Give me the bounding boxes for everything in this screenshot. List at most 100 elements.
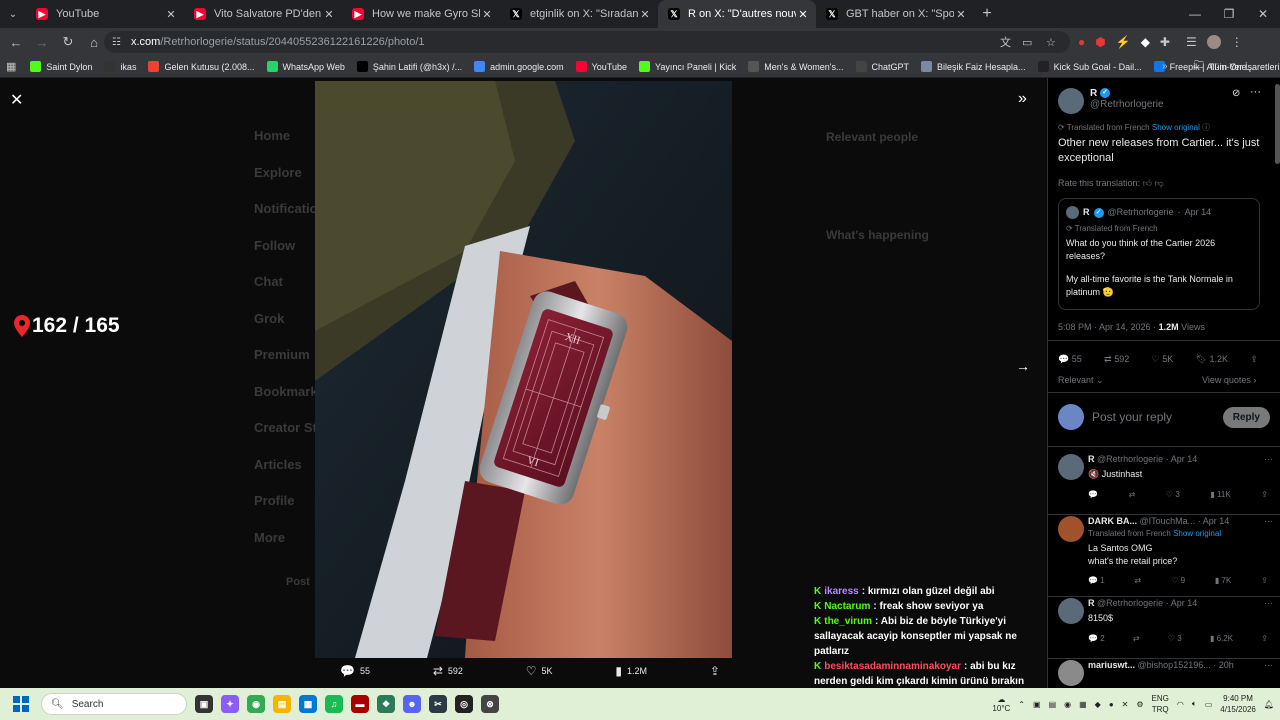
views-bar-action[interactable]: ▮ 6.2K (1210, 634, 1233, 643)
bookmark-action[interactable]: 🔖︎ 1.2K (1196, 354, 1228, 365)
copilot-icon[interactable]: ✦ (221, 695, 239, 713)
heart-action[interactable]: ♡ 3 (1166, 490, 1180, 499)
obs-icon[interactable]: ◎ (455, 695, 473, 713)
tray-app-icon[interactable]: ▣ (1033, 700, 1041, 709)
forward-icon[interactable]: → (30, 30, 54, 54)
windows-start-icon[interactable] (13, 696, 29, 712)
info-icon[interactable]: ⓘ (1202, 123, 1210, 132)
close-window-icon[interactable]: ✕ (1246, 0, 1280, 28)
close-tab-icon[interactable]: ✕ (954, 8, 968, 21)
bookmarks-overflow-icon[interactable]: » (1162, 61, 1168, 72)
share-icon[interactable]: ⇪ (1261, 490, 1268, 499)
site-info-icon[interactable]: ☷ (112, 37, 121, 48)
new-tab-button[interactable]: + (974, 5, 1000, 23)
photo-repost-action[interactable]: ⇄ 592 (433, 664, 463, 678)
heart-action[interactable]: ♡ 9 (1171, 576, 1185, 585)
battery-icon[interactable]: ▭ (1205, 700, 1213, 709)
app-icon[interactable]: ⊗ (481, 695, 499, 713)
author-handle[interactable]: @Retrhorlogerie (1090, 99, 1164, 110)
address-bar[interactable]: ☷ x.com/Retrhorlogerie/status/2044055236… (104, 31, 1070, 53)
browser-menu-icon[interactable]: ⋮ (1231, 35, 1243, 49)
reply-tweet[interactable]: R @Retrhorlogerie · Apr 14 ··· 8150$ 💬 2 ⇄ ♡… (1058, 598, 1273, 654)
avatar[interactable] (1058, 516, 1084, 542)
photo-reply-action[interactable]: 💬 55 (340, 664, 370, 678)
like-action[interactable]: ♡ 5K (1152, 354, 1174, 365)
capcut-icon[interactable]: ✂ (429, 695, 447, 713)
bookmark-item[interactable]: Men's & Women's... (748, 61, 844, 72)
reply-action[interactable]: 💬 55 (1058, 354, 1082, 365)
view-quotes-link[interactable]: View quotes › (1202, 375, 1256, 385)
tray-app-icon[interactable]: ✕ (1122, 700, 1129, 709)
taskbar-search[interactable]: 🔍︎ Search (41, 693, 187, 715)
chat-username[interactable]: besiktasadaminnaminakoyar (824, 661, 961, 672)
extensions-puzzle-icon[interactable]: ✚ (1160, 35, 1170, 49)
views-bar-action[interactable]: ▮ 11K (1210, 490, 1230, 499)
repost-action[interactable]: ⇄ (1129, 490, 1136, 499)
tray-app-icon[interactable]: ▦ (1079, 700, 1087, 709)
tab-2[interactable]: ▶ How we make Gyro Shawarma✕ (342, 0, 500, 28)
reply-action[interactable]: 💬 2 (1088, 634, 1105, 643)
thumbs-up-icon[interactable]: 👍︎ (1143, 178, 1152, 188)
restore-icon[interactable]: ❐ (1212, 0, 1246, 28)
tray-app-icon[interactable]: ◆ (1095, 700, 1101, 709)
avatar[interactable] (1058, 88, 1084, 114)
bookmark-item[interactable]: Kick Sub Goal - Dail... (1037, 61, 1142, 72)
more-options-icon[interactable]: ··· (1264, 660, 1273, 670)
reload-icon[interactable]: ↻ (56, 30, 80, 54)
reply-tweet[interactable]: R @Retrhorlogerie · Apr 14 ··· 🔇 Justinhas… (1058, 454, 1273, 510)
tab-3[interactable]: 𝕏etginlik on X: "Sıradanlık seven✕ (500, 0, 658, 28)
profile-avatar[interactable] (1206, 35, 1221, 49)
reading-list-icon[interactable]: ☰ (1186, 35, 1197, 49)
wifi-icon[interactable]: ◠ (1177, 700, 1184, 709)
reply-handle[interactable]: @Retrhorlogerie (1097, 598, 1163, 608)
tab-4[interactable]: 𝕏 R on X: "D'autres nouveautés C✕ (658, 0, 816, 28)
tab-1[interactable]: ▶ Vito Salvatore PD'den KAÇIRILI✕ (184, 0, 342, 28)
tray-overflow-icon[interactable]: ⌃ (1018, 700, 1025, 709)
bookmark-item[interactable]: WhatsApp Web (266, 61, 345, 72)
repost-action[interactable]: ⇄ 592 (1104, 354, 1129, 365)
reply-action[interactable]: 💬 (1088, 490, 1098, 499)
chat-username[interactable]: ikaress (824, 586, 858, 597)
tray-app-icon[interactable]: ◉ (1064, 700, 1071, 709)
quoted-tweet[interactable]: R ✓ @Retrhorlogerie · Apr 14 ⟳ Translate… (1058, 198, 1260, 310)
tab-0[interactable]: ▶ YouTube ✕ (26, 0, 184, 28)
spotify-icon[interactable]: ♫ (325, 695, 343, 713)
tab-5[interactable]: 𝕏 GBT haber on X: "Spora gitmek✕ (816, 0, 974, 28)
share-icon[interactable]: ⇪ (1261, 576, 1268, 585)
reply-tweet[interactable]: mariuswt... @bishop152196... · 20h ··· (1058, 660, 1273, 688)
panel-scrollbar[interactable] (1275, 84, 1280, 164)
clock[interactable]: 9:40 PM 4/15/2026 (1220, 693, 1256, 715)
grok-icon[interactable]: ⊘ (1232, 88, 1240, 99)
bookmark-item[interactable]: ChatGPT (855, 61, 909, 72)
views-bar-action[interactable]: ▮ 7K (1215, 576, 1231, 585)
more-options-icon[interactable]: ··· (1264, 454, 1273, 464)
reply-author[interactable]: DARK BA... (1088, 516, 1137, 526)
share-icon[interactable]: ⇪ (1250, 354, 1258, 365)
more-options-icon[interactable]: ··· (1250, 86, 1261, 98)
close-tab-icon[interactable]: ✕ (164, 8, 178, 21)
input-language[interactable]: ENG TRQ (1152, 693, 1169, 715)
reply-handle[interactable]: @Retrhorlogerie (1097, 454, 1163, 464)
avatar[interactable] (1058, 598, 1084, 624)
avatar[interactable] (1058, 660, 1084, 686)
more-options-icon[interactable]: ··· (1264, 598, 1273, 608)
thumbs-down-icon[interactable]: 👎︎ (1154, 178, 1163, 188)
photo-share-action[interactable]: ⇪ (710, 664, 720, 678)
bookmark-item[interactable]: admin.google.com (474, 61, 564, 72)
reply-tweet[interactable]: DARK BA... @ITouchMa... · Apr 14 ··· Trans… (1058, 516, 1273, 592)
chat-username[interactable]: Nactarum (824, 601, 870, 612)
bookmark-item[interactable]: ikas (104, 61, 136, 72)
chrome-icon[interactable]: ◉ (247, 695, 265, 713)
minimize-icon[interactable]: — (1178, 0, 1212, 28)
tray-app-icon[interactable]: ▤ (1049, 700, 1057, 709)
home-icon[interactable]: ⌂ (82, 30, 106, 54)
more-options-icon[interactable]: ··· (1264, 516, 1273, 526)
reply-button[interactable]: Reply (1222, 406, 1270, 428)
heart-action[interactable]: ♡ 3 (1168, 634, 1182, 643)
bookmark-item[interactable]: YouTube (575, 61, 627, 72)
bookmark-item[interactable]: Yayıncı Paneli | Kick (639, 61, 736, 72)
bookmark-item[interactable]: Saint Dylon (30, 61, 92, 72)
repost-action[interactable]: ⇄ (1135, 576, 1142, 585)
reply-handle[interactable]: @bishop152196... (1138, 660, 1211, 670)
reply-handle[interactable]: @ITouchMa... (1140, 516, 1196, 526)
